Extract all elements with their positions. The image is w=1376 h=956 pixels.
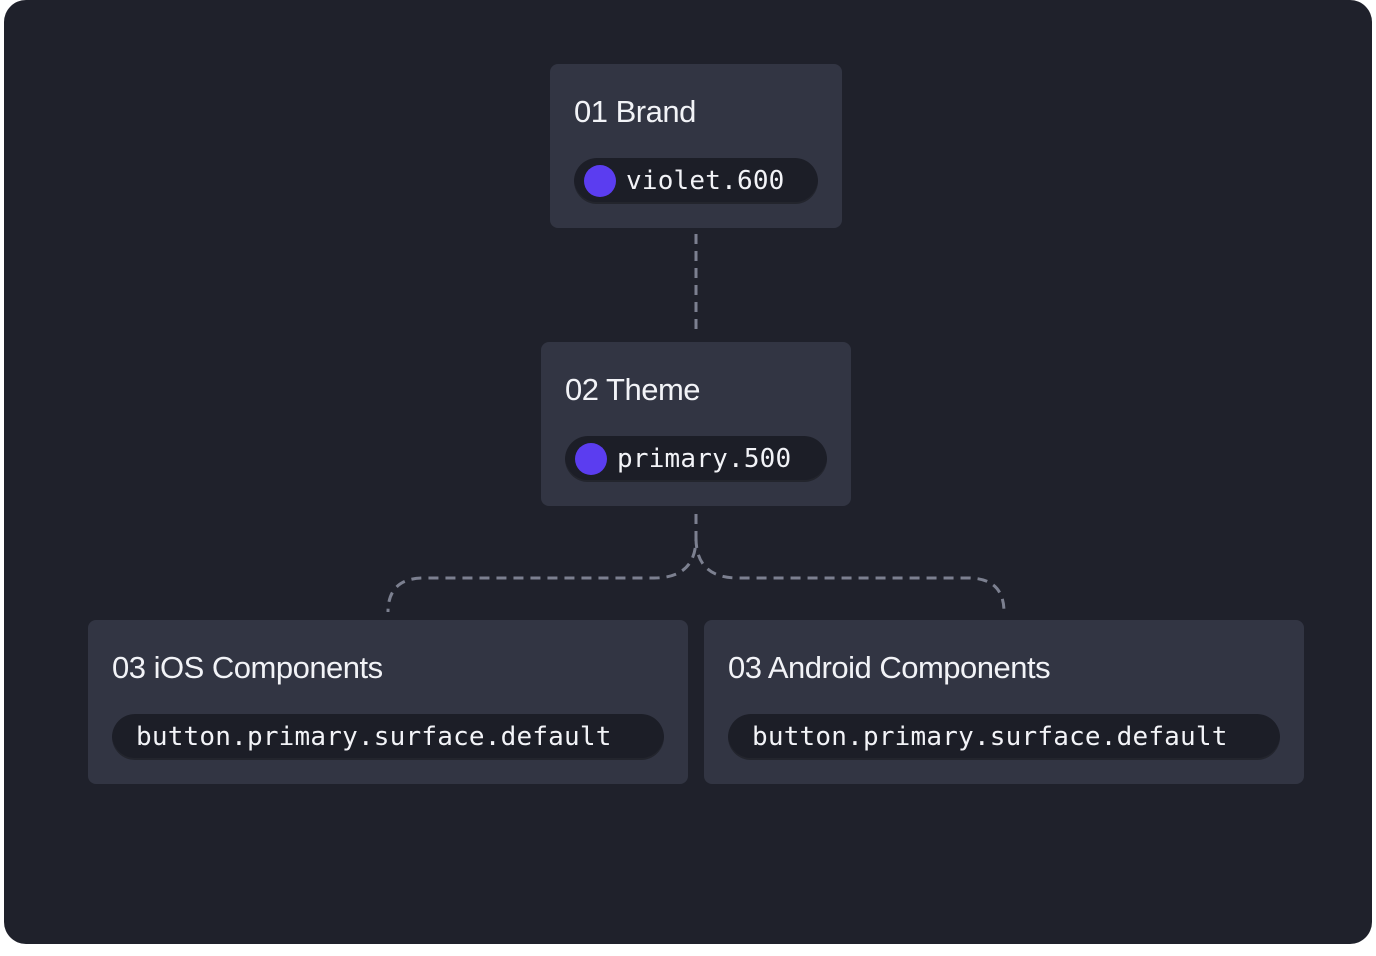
brand-color-swatch — [584, 165, 616, 197]
android-token-pill: button.primary.surface.default — [728, 714, 1280, 760]
theme-node-title: 02 Theme — [565, 372, 701, 407]
brand-token-name: violet.600 — [626, 166, 785, 196]
ios-components-node[interactable]: 03 iOS Components button.primary.surface… — [88, 620, 688, 784]
connector-theme-to-android — [694, 537, 1006, 613]
brand-token-pill: violet.600 — [574, 158, 818, 204]
theme-color-swatch — [575, 443, 607, 475]
theme-node[interactable]: 02 Theme primary.500 — [541, 342, 851, 506]
brand-node[interactable]: 01 Brand violet.600 — [550, 64, 842, 228]
theme-token-name: primary.500 — [617, 444, 792, 474]
connector-theme-to-ios — [386, 514, 698, 613]
android-components-node[interactable]: 03 Android Components button.primary.sur… — [704, 620, 1304, 784]
theme-token-pill: primary.500 — [565, 436, 827, 482]
diagram-canvas: 01 Brand violet.600 02 Theme primary.500… — [4, 0, 1372, 944]
brand-node-title: 01 Brand — [574, 94, 696, 129]
android-token-name: button.primary.surface.default — [752, 722, 1228, 752]
ios-token-pill: button.primary.surface.default — [112, 714, 664, 760]
ios-components-node-title: 03 iOS Components — [112, 650, 383, 685]
android-components-node-title: 03 Android Components — [728, 650, 1051, 685]
ios-token-name: button.primary.surface.default — [136, 722, 612, 752]
